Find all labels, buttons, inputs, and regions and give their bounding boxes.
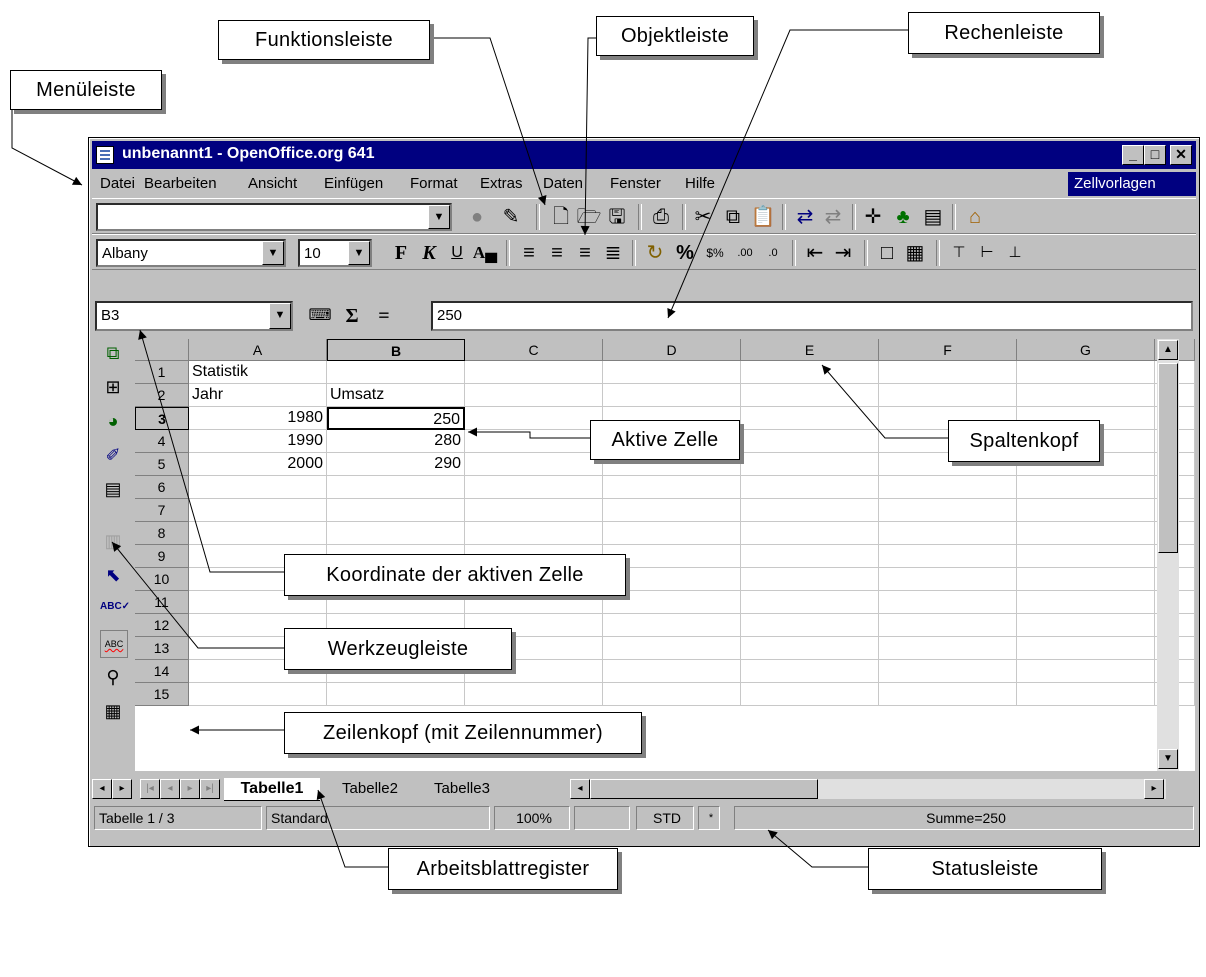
leader-objektleiste (580, 37, 596, 236)
callout-objektleiste: Objektleiste (596, 16, 754, 56)
callout-koordinate: Koordinate der aktiven Zelle (284, 554, 626, 596)
callout-rechenleiste: Rechenleiste (908, 12, 1100, 54)
annotation-lines (11, 29, 948, 868)
callout-aktive-zelle: Aktive Zelle (590, 420, 740, 460)
leader-arbeitsblattregister (316, 789, 388, 868)
callout-werkzeugleiste: Werkzeugleiste (284, 628, 512, 670)
leader-menueleiste (11, 108, 83, 186)
callout-funktionsleiste: Funktionsleiste (218, 20, 430, 60)
leader-spaltenkopf (821, 364, 948, 439)
leader-statusleiste (767, 829, 868, 868)
callout-spaltenkopf: Spaltenkopf (948, 420, 1100, 462)
callout-zeilenkopf: Zeilenkopf (mit Zeilennummer) (284, 712, 642, 754)
leader-rechenleiste (667, 29, 908, 319)
callout-menueleiste: Menüleiste (10, 70, 162, 110)
leader-aktive-zelle (468, 427, 590, 439)
callout-arbeitsblattregister: Arbeitsblattregister (388, 848, 618, 890)
leader-funktionsleiste (428, 37, 547, 206)
callout-statusleiste: Statusleiste (868, 848, 1102, 890)
leader-koordinate (138, 329, 284, 573)
leader-werkzeugleiste (111, 541, 284, 649)
